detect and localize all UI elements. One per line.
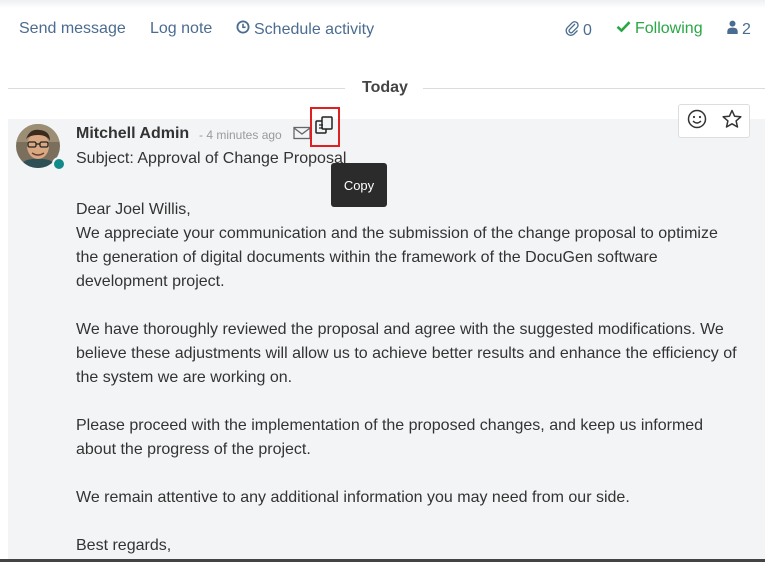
message-paragraph: We have thoroughly reviewed the proposal… — [76, 321, 737, 386]
separator-line-left — [8, 88, 345, 89]
smiley-icon — [686, 108, 708, 135]
message-subject: Subject: Approval of Change Proposal — [76, 150, 347, 167]
avatar[interactable] — [16, 124, 66, 171]
online-status-dot — [52, 157, 66, 171]
star-button[interactable] — [721, 108, 743, 135]
separator-line-right — [423, 88, 765, 89]
add-reaction-button[interactable] — [686, 108, 708, 135]
following-button[interactable]: Following — [616, 20, 703, 38]
message-paragraph: We remain attentive to any additional in… — [76, 489, 630, 506]
attachments-button[interactable]: 0 — [565, 20, 592, 41]
message-timestamp: - 4 minutes ago — [199, 128, 282, 142]
message-actions — [678, 104, 750, 138]
log-note-button[interactable]: Log note — [150, 20, 212, 38]
message-paragraph: Dear Joel Willis, We appreciate your com… — [76, 201, 718, 290]
date-separator: Today — [8, 78, 765, 98]
message-body: Dear Joel Willis, We appreciate your com… — [76, 198, 741, 562]
message-paragraph: Best regards, — [76, 537, 172, 554]
clock-icon — [236, 20, 250, 39]
schedule-activity-button[interactable]: Schedule activity — [236, 20, 374, 39]
chatter-topbar: Send message Log note Schedule activity … — [0, 0, 765, 58]
send-message-button[interactable]: Send message — [19, 20, 126, 38]
chatter-panel: Send message Log note Schedule activity … — [0, 0, 765, 562]
topbar-shadow — [0, 0, 765, 8]
star-icon — [721, 108, 743, 135]
followers-button[interactable]: 2 — [727, 20, 751, 39]
message-author[interactable]: Mitchell Admin — [76, 125, 189, 143]
schedule-activity-label: Schedule activity — [254, 20, 375, 38]
message-paragraph: Please proceed with the implementation o… — [76, 417, 704, 458]
message-item: Mitchell Admin - 4 minutes ago Copy Subj… — [8, 104, 765, 562]
user-icon — [727, 20, 738, 39]
copy-message-button[interactable] — [310, 107, 340, 147]
following-label: Following — [635, 20, 703, 37]
attachments-count: 0 — [583, 21, 592, 39]
date-label: Today — [362, 79, 408, 96]
copy-icon — [314, 114, 336, 141]
paperclip-icon — [565, 20, 579, 41]
followers-count: 2 — [742, 20, 751, 38]
envelope-icon[interactable] — [293, 126, 311, 140]
check-icon — [616, 20, 631, 38]
